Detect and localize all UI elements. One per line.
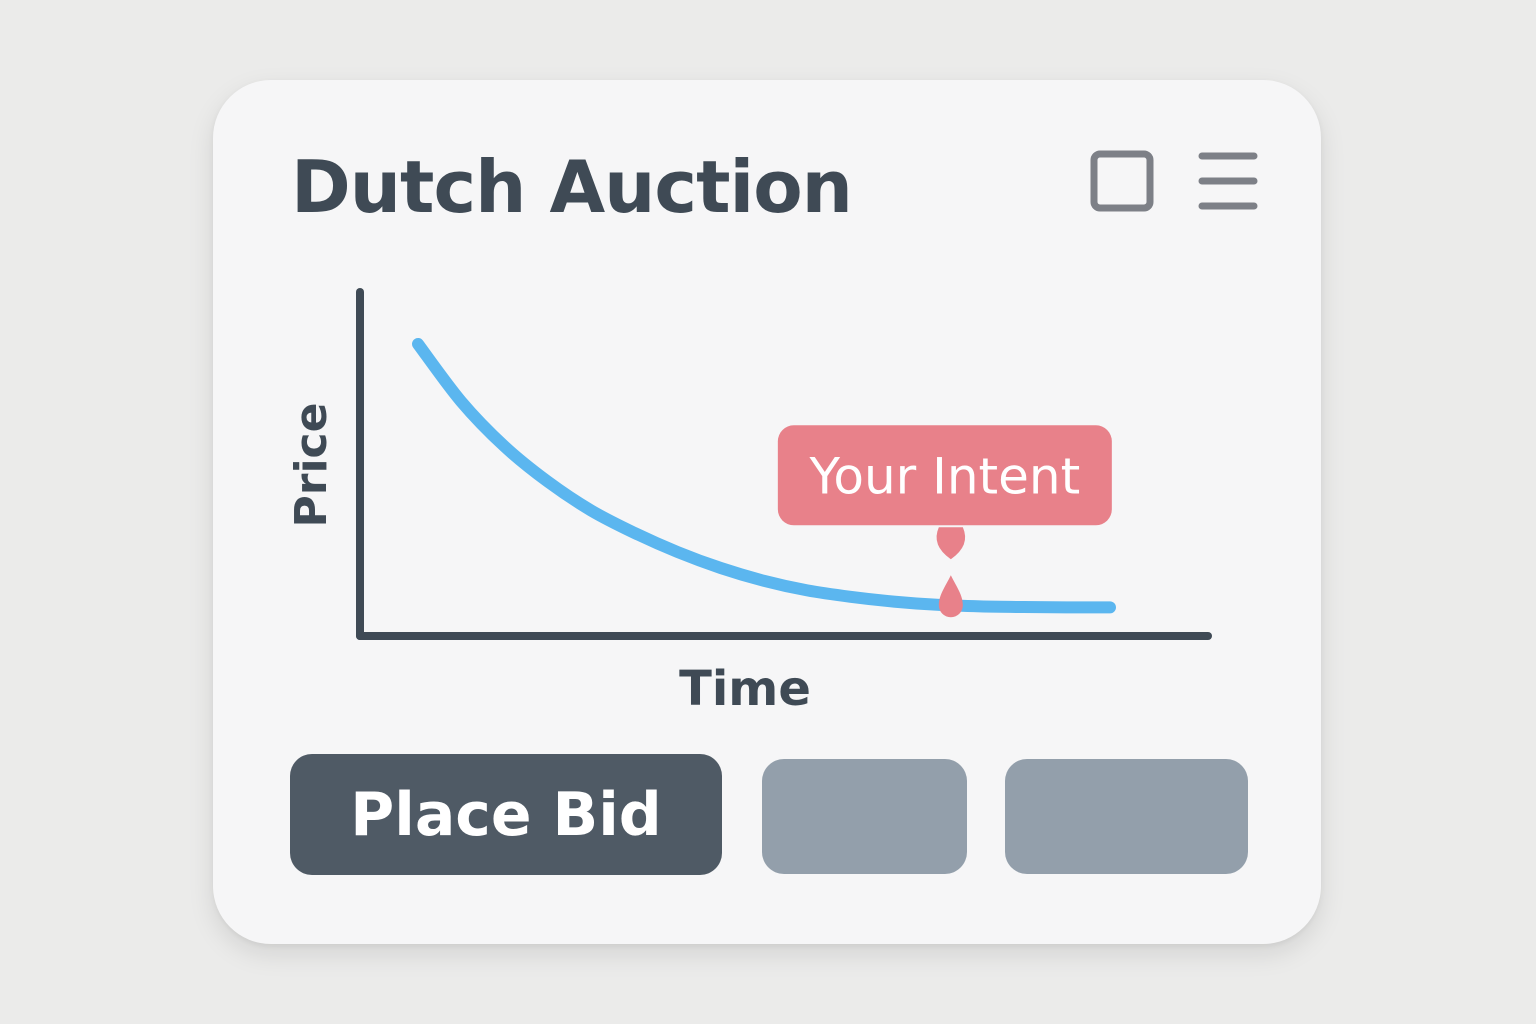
callout-pointer	[936, 527, 966, 560]
secondary-action-button[interactable]	[762, 759, 967, 874]
y-axis-label: Price	[286, 403, 337, 528]
tertiary-action-button[interactable]	[1005, 759, 1248, 874]
auction-panel: Dutch Auction Price Time Your Intent Pla…	[213, 80, 1321, 944]
x-axis-label: Time	[679, 661, 811, 717]
intent-marker[interactable]	[938, 575, 963, 618]
intent-callout-label: Your Intent	[808, 447, 1080, 505]
place-bid-label: Place Bid	[350, 779, 662, 850]
place-bid-button[interactable]: Place Bid	[290, 754, 722, 875]
